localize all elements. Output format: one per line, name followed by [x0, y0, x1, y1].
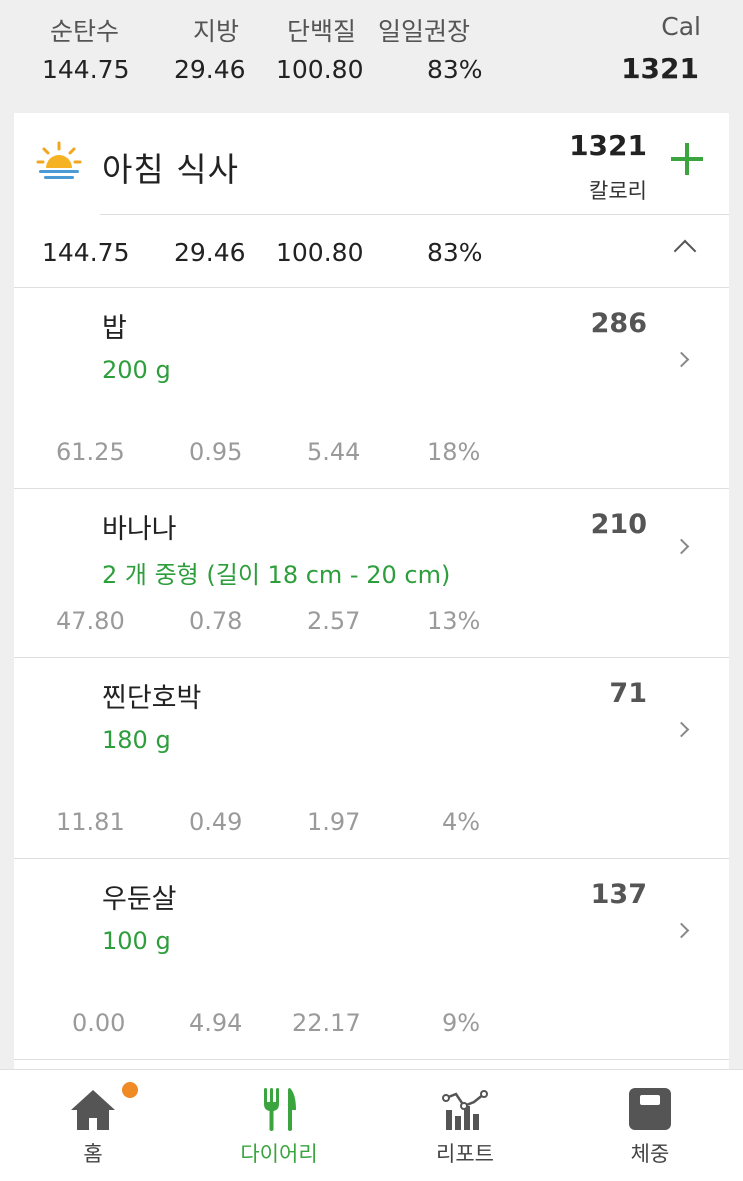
- meal-total-fat: 29.46: [174, 238, 246, 267]
- food-carbs: 47.80: [56, 607, 125, 635]
- food-item[interactable]: 찐단호박 180 g 71 11.81 0.49 1.97 4%: [14, 658, 729, 858]
- divider: [14, 1059, 729, 1060]
- nav-report[interactable]: 리포트: [372, 1070, 558, 1181]
- food-protein: 1.97: [307, 808, 361, 836]
- food-amount: 200 g: [102, 356, 171, 384]
- food-daily: 9%: [442, 1009, 481, 1037]
- meal-header[interactable]: 아침 식사 1321 칼로리: [14, 113, 729, 214]
- meal-calories: 1321: [569, 129, 647, 162]
- nav-diary[interactable]: 다이어리: [186, 1070, 372, 1181]
- summary-cal-value: 1321: [621, 52, 699, 85]
- food-name: 바나나: [102, 514, 177, 545]
- nav-weight-label: 체중: [630, 1142, 670, 1166]
- scale-icon: [629, 1088, 671, 1130]
- nav-report-label: 리포트: [436, 1142, 494, 1166]
- chevron-right-icon[interactable]: [673, 922, 690, 939]
- summary-cal-label: Cal: [661, 12, 701, 41]
- summary-carbs-value: 144.75: [42, 55, 130, 84]
- plus-icon[interactable]: [671, 143, 703, 175]
- summary-carbs-label: 순탄수: [50, 17, 120, 46]
- meal-title: 아침 식사: [102, 150, 239, 189]
- food-item[interactable]: 우둔살 100 g 137 0.00 4.94 22.17 9%: [14, 859, 729, 1059]
- summary-daily-label: 일일권장: [378, 17, 471, 46]
- meal-calories-unit: 칼로리: [589, 179, 647, 203]
- nav-weight[interactable]: 체중: [557, 1070, 743, 1181]
- food-calories: 286: [590, 308, 647, 339]
- chevron-up-icon[interactable]: [673, 239, 697, 263]
- food-amount: 100 g: [102, 927, 171, 955]
- meal-card-breakfast: 아침 식사 1321 칼로리 144.75 29.46 100.80 83% 밥…: [14, 113, 729, 1073]
- food-carbs: 11.81: [56, 808, 125, 836]
- food-daily: 18%: [427, 438, 481, 466]
- chevron-right-icon[interactable]: [673, 351, 690, 368]
- summary-fat-value: 29.46: [174, 55, 246, 84]
- food-fat: 0.49: [189, 808, 243, 836]
- home-icon: [71, 1090, 115, 1130]
- notification-badge: [122, 1082, 138, 1098]
- sunrise-icon: [36, 141, 82, 179]
- food-item[interactable]: 바나나 2 개 중형 (길이 18 cm - 20 cm) 210 47.80 …: [14, 489, 729, 657]
- meal-total-protein: 100.80: [276, 238, 364, 267]
- meal-total-daily: 83%: [427, 238, 483, 267]
- food-protein: 5.44: [307, 438, 361, 466]
- nav-home[interactable]: 홈: [0, 1070, 186, 1181]
- food-calories: 71: [609, 678, 647, 709]
- meal-totals-row[interactable]: 144.75 29.46 100.80 83%: [14, 215, 729, 287]
- nav-diary-label: 다이어리: [240, 1142, 318, 1166]
- food-fat: 0.78: [189, 607, 243, 635]
- food-protein: 2.57: [307, 607, 361, 635]
- food-amount: 2 개 중형 (길이 18 cm - 20 cm): [102, 561, 451, 589]
- food-carbs: 61.25: [56, 438, 125, 466]
- food-daily: 13%: [427, 607, 481, 635]
- food-calories: 137: [590, 879, 647, 910]
- food-name: 찐단호박: [102, 683, 202, 714]
- summary-fat-label: 지방: [193, 17, 240, 46]
- food-amount: 180 g: [102, 726, 171, 754]
- food-fat: 4.94: [189, 1009, 243, 1037]
- chart-icon: [442, 1090, 488, 1130]
- summary-protein-value: 100.80: [276, 55, 364, 84]
- food-daily: 4%: [442, 808, 481, 836]
- food-protein: 22.17: [292, 1009, 361, 1037]
- food-carbs: 0.00: [72, 1009, 126, 1037]
- nav-home-label: 홈: [83, 1142, 103, 1166]
- food-name: 밥: [102, 313, 127, 344]
- summary-daily-value: 83%: [427, 55, 483, 84]
- bottom-navigation: 홈 다이어리 리포트 체중: [0, 1069, 743, 1181]
- summary-protein-label: 단백질: [287, 17, 357, 46]
- fork-knife-icon: [264, 1088, 296, 1131]
- food-fat: 0.95: [189, 438, 243, 466]
- food-calories: 210: [590, 509, 647, 540]
- meal-total-carbs: 144.75: [42, 238, 130, 267]
- food-item[interactable]: 밥 200 g 286 61.25 0.95 5.44 18%: [14, 288, 729, 488]
- food-name: 우둔살: [102, 884, 177, 915]
- chevron-right-icon[interactable]: [673, 721, 690, 738]
- nutrition-summary: 순탄수 지방 단백질 일일권장 Cal 144.75 29.46 100.80 …: [0, 0, 743, 110]
- chevron-right-icon[interactable]: [673, 538, 690, 555]
